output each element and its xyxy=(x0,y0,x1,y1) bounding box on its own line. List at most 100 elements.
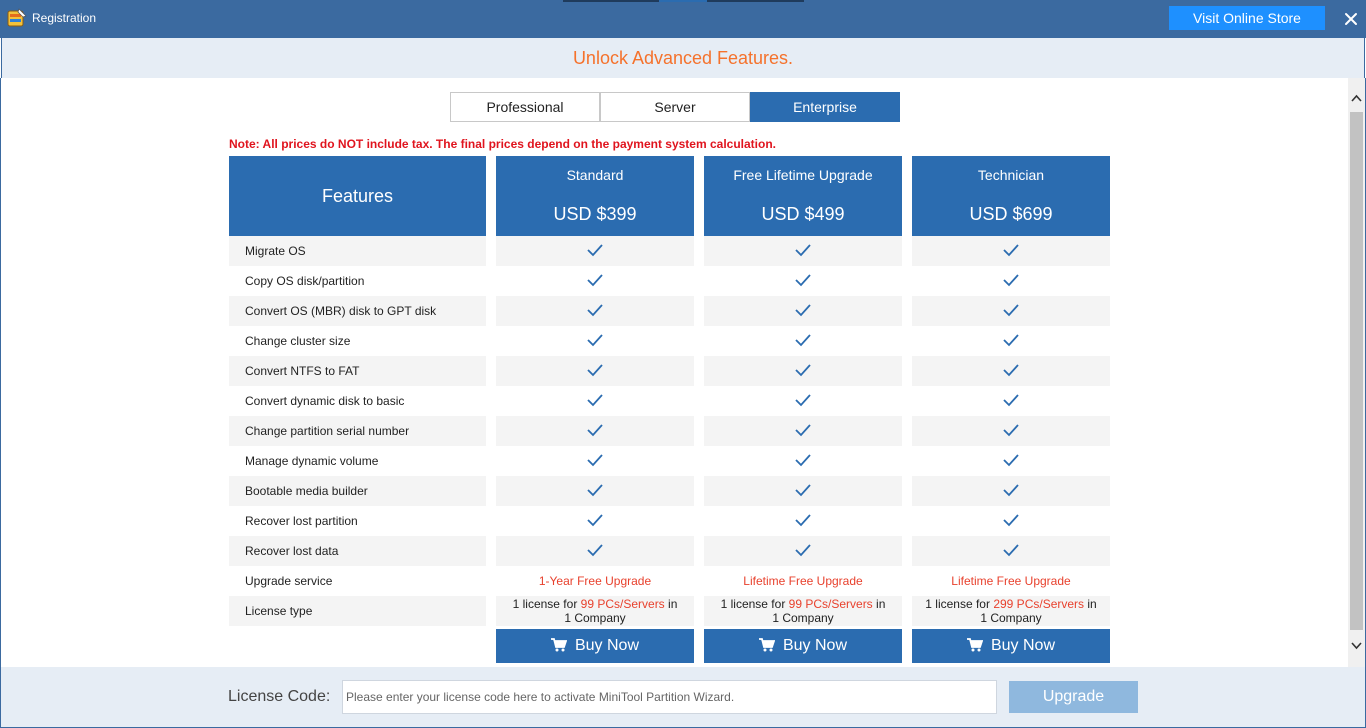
checkmark-icon xyxy=(795,244,811,257)
close-icon[interactable] xyxy=(1338,6,1364,32)
license-code-input[interactable] xyxy=(342,680,997,714)
plan-price: USD $399 xyxy=(553,204,637,224)
title-strip xyxy=(707,0,804,2)
buy-now-label: Buy Now xyxy=(574,637,640,654)
feature-label-license-type: License type xyxy=(245,604,313,618)
tax-note: Note: All prices do NOT include tax. The… xyxy=(229,137,777,151)
feature-label: Migrate OS xyxy=(245,244,306,258)
buy-now-button-technician[interactable]: Buy Now xyxy=(912,629,1110,663)
cart-icon xyxy=(758,638,776,652)
tab-enterprise[interactable]: Enterprise xyxy=(750,92,900,122)
title-bar: Registration Visit Online Store xyxy=(0,0,1366,38)
checkmark-icon xyxy=(795,304,811,317)
feature-label: Change partition serial number xyxy=(245,424,410,438)
upgrade-service-value: Lifetime Free Upgrade xyxy=(951,574,1071,588)
checkmark-icon xyxy=(587,454,603,467)
checkmark-icon xyxy=(587,244,603,257)
feature-label: Recover lost partition xyxy=(245,514,358,528)
app-logo-icon xyxy=(7,8,27,27)
checkmark-icon xyxy=(587,544,603,557)
tab-server[interactable]: Server xyxy=(600,92,750,122)
scroll-down-arrow-icon[interactable] xyxy=(1348,637,1365,654)
license-text: 1 license for xyxy=(720,597,789,611)
checkmark-icon xyxy=(795,484,811,497)
checkmark-icon xyxy=(587,304,603,317)
license-type-value: 1 license for 99 PCs/Servers in 1 Compan… xyxy=(496,596,694,626)
checkmark-icon xyxy=(795,454,811,467)
checkmark-icon xyxy=(1003,244,1019,257)
license-text: 1 Company xyxy=(564,611,626,625)
checkmark-icon xyxy=(1003,364,1019,377)
checkmark-icon xyxy=(795,274,811,287)
upgrade-service-value: 1-Year Free Upgrade xyxy=(538,574,652,588)
license-type-value: 1 license for 99 PCs/Servers in 1 Compan… xyxy=(704,596,902,626)
plan-header-technician: Technician USD $699 xyxy=(912,156,1110,236)
features-header: Features xyxy=(229,156,486,236)
checkmark-icon xyxy=(795,544,811,557)
checkmark-icon xyxy=(1003,304,1019,317)
checkmark-icon xyxy=(1003,484,1019,497)
license-text: 1 license for xyxy=(925,597,994,611)
feature-label: Convert NTFS to FAT xyxy=(245,364,360,378)
feature-label: Bootable media builder xyxy=(245,484,368,498)
checkmark-icon xyxy=(795,514,811,527)
window-title: Registration xyxy=(32,11,97,25)
checkmark-icon xyxy=(795,394,811,407)
tab-professional[interactable]: Professional xyxy=(450,92,600,122)
checkmark-icon xyxy=(795,334,811,347)
feature-label: Recover lost data xyxy=(245,544,339,558)
license-count: 99 PCs/Servers xyxy=(788,597,873,611)
license-text: in xyxy=(664,597,678,611)
checkmark-icon xyxy=(1003,334,1019,347)
buy-now-button-standard[interactable]: Buy Now xyxy=(496,629,694,663)
checkmark-icon xyxy=(795,424,811,437)
checkmark-icon xyxy=(587,364,603,377)
cart-icon xyxy=(550,638,568,652)
license-text: 1 Company xyxy=(772,611,834,625)
buy-now-button-lifetime[interactable]: Buy Now xyxy=(704,629,902,663)
license-text: in xyxy=(1084,597,1097,611)
vertical-scrollbar[interactable] xyxy=(1348,78,1365,667)
plan-price: USD $699 xyxy=(969,204,1053,224)
feature-label: Change cluster size xyxy=(245,334,351,348)
checkmark-icon xyxy=(1003,454,1019,467)
checkmark-icon xyxy=(1003,544,1019,557)
license-type-value: 1 license for 299 PCs/Servers in 1 Compa… xyxy=(912,596,1110,626)
feature-label-upgrade-service: Upgrade service xyxy=(245,574,333,588)
checkmark-icon xyxy=(795,364,811,377)
cart-icon xyxy=(966,638,984,652)
checkmark-icon xyxy=(587,334,603,347)
plan-header-standard: Standard USD $399 xyxy=(496,156,694,236)
upgrade-button[interactable]: Upgrade xyxy=(1009,681,1138,713)
page-title: Unlock Advanced Features. xyxy=(572,48,794,68)
visit-online-store-button[interactable]: Visit Online Store xyxy=(1169,6,1325,30)
plan-name: Technician xyxy=(977,167,1045,183)
buy-now-label: Buy Now xyxy=(782,637,848,654)
plan-header-lifetime: Free Lifetime Upgrade USD $499 xyxy=(704,156,902,236)
buy-now-label: Buy Now xyxy=(990,637,1056,654)
checkmark-icon xyxy=(1003,394,1019,407)
plan-name: Standard xyxy=(566,167,624,183)
checkmark-icon xyxy=(587,514,603,527)
scroll-up-arrow-icon[interactable] xyxy=(1348,90,1365,107)
checkmark-icon xyxy=(587,274,603,287)
plan-price: USD $499 xyxy=(761,204,845,224)
plan-name: Free Lifetime Upgrade xyxy=(733,167,873,183)
scroll-thumb[interactable] xyxy=(1350,112,1363,630)
feature-label: Convert OS (MBR) disk to GPT disk xyxy=(245,304,437,318)
license-count: 299 PCs/Servers xyxy=(993,597,1085,611)
license-text: in xyxy=(872,597,886,611)
license-text: 1 Company xyxy=(980,611,1042,625)
license-code-label: License Code: xyxy=(228,688,331,705)
checkmark-icon xyxy=(587,484,603,497)
checkmark-icon xyxy=(587,424,603,437)
title-strip xyxy=(563,0,659,2)
checkmark-icon xyxy=(1003,274,1019,287)
header-band: Unlock Advanced Features. xyxy=(1,38,1365,78)
feature-label: Copy OS disk/partition xyxy=(245,274,365,288)
license-count: 99 PCs/Servers xyxy=(580,597,665,611)
title-strip xyxy=(659,0,707,2)
feature-label: Manage dynamic volume xyxy=(245,454,379,468)
checkmark-icon xyxy=(587,394,603,407)
feature-label: Convert dynamic disk to basic xyxy=(245,394,405,408)
